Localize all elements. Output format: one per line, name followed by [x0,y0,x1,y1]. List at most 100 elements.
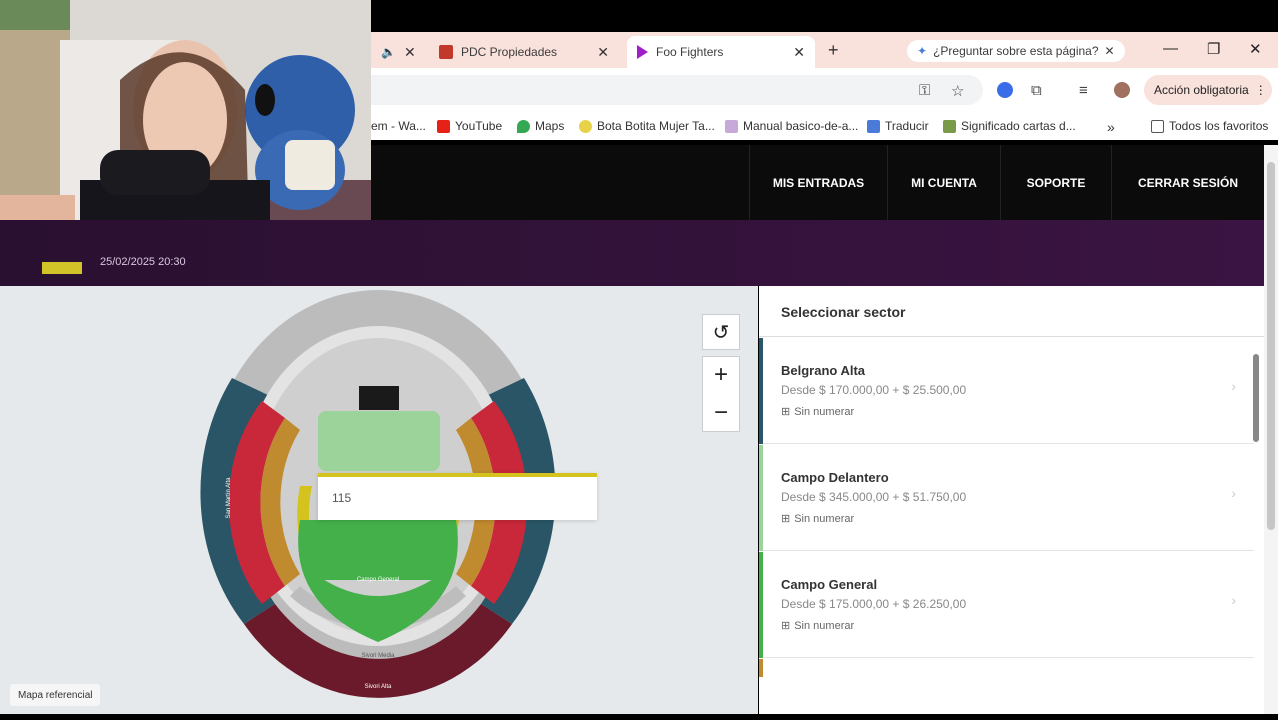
sector-item-campo-delantero[interactable]: Campo Delantero Desde $ 345.000,00 + $ 5… [759,445,1254,551]
new-tab-icon[interactable]: + [828,40,839,61]
bookmark-bota[interactable]: Bota Botita Mujer Ta... [579,119,715,133]
sector-panel: Seleccionar sector Belgrano Alta Desde $… [759,286,1264,714]
puzzle-icon[interactable]: ⧉ [1031,82,1042,99]
tab-foo-fighters[interactable]: Foo Fighters ✕ [627,36,815,68]
event-banner [0,220,1264,286]
tab-pdc[interactable]: PDC Propiedades ✕ [429,36,619,68]
restore-icon[interactable]: ❐ [1207,40,1220,58]
sector-kind-label: Sin numerar [794,405,855,418]
bookmark-label: Maps [535,119,565,133]
undo-icon: ↺ [712,321,730,344]
chevron-right-icon: › [1231,378,1236,394]
tooltip-value: 115 [332,491,352,505]
panel-title: Seleccionar sector [781,304,906,320]
nav-mis-entradas[interactable]: MIS ENTRADAS [749,145,887,220]
action-label: Acción obligatoria [1154,83,1249,97]
bookmark-manual[interactable]: Manual basico-de-a... [725,119,858,133]
star-icon[interactable]: ☆ [951,82,964,100]
play-favicon-icon [637,45,648,59]
sector-kind: ⊞ Sin numerar [781,512,855,526]
sector-name: Campo General [781,577,878,592]
sector-kind: ⊞ Sin numerar [781,405,855,419]
bookmark-item[interactable]: em - Wa... [371,119,426,133]
label-sivori-media: Sivori Media [361,653,395,659]
nav-mi-cuenta[interactable]: MI CUENTA [887,145,1000,220]
bookmark-label: Traducir [885,119,929,133]
event-logo [42,262,82,274]
sector-item-belgrano-alta[interactable]: Belgrano Alta Desde $ 170.000,00 + $ 25.… [759,338,1254,444]
sector-color-bar [759,552,763,658]
translate-icon [867,119,880,133]
bookmarks-bar: em - Wa... YouTube Maps Bota Botita Muje… [371,112,1278,140]
label-field: Campo General [357,577,399,583]
close-tab-icon[interactable]: ✕ [404,44,416,61]
bookmark-youtube[interactable]: YouTube [437,119,502,133]
tab-label: PDC Propiedades [461,45,558,59]
field-campo-delantero[interactable] [318,411,440,471]
bookmark-cartas[interactable]: Significado cartas d... [943,119,1076,133]
panel-scrollbar[interactable] [1253,354,1259,442]
zoom-out-button[interactable]: − [714,394,728,432]
seat-grid-icon: ⊞ [781,513,791,525]
bookmark-label: YouTube [455,119,503,133]
section-tooltip: 115 [318,473,597,520]
field-campo-general-center[interactable] [318,520,438,580]
bookmark-label: Bota Botita Mujer Ta... [597,119,715,133]
tab-muted[interactable]: 🔈 ✕ [371,36,423,68]
youtube-icon [437,119,450,133]
sector-kind: ⊞ Sin numerar [781,619,855,633]
bookmark-maps[interactable]: Maps [517,119,564,133]
screen: 🔈 ✕ PDC Propiedades ✕ Foo Fighters ✕ + ✦… [0,0,1278,720]
tab-strip: 🔈 ✕ PDC Propiedades ✕ Foo Fighters ✕ + ✦… [371,32,1278,68]
stage [359,386,399,410]
sparkle-icon: ✦ [917,44,928,58]
page-scrollbar[interactable] [1267,162,1275,530]
sector-price: Desde $ 170.000,00 + $ 25.500,00 [781,383,967,397]
bookmark-label: Significado cartas d... [961,119,1076,133]
shop-icon [579,119,592,133]
close-tab-icon[interactable]: ✕ [793,44,805,61]
sector-item-campo-general[interactable]: Campo General Desde $ 175.000,00 + $ 26.… [759,552,1254,658]
chevron-right-icon: › [1231,485,1236,501]
bookmark-traducir[interactable]: Traducir [867,119,929,133]
label-sivori-alta: Sivori Alta [365,684,392,690]
sector-color-bar [759,445,763,551]
bookmark-label: em - Wa... [371,119,426,133]
sector-name: Campo Delantero [781,470,889,485]
divider [759,336,1264,337]
sector-kind-label: Sin numerar [794,619,855,632]
seat-grid-icon: ⊞ [781,620,791,632]
close-icon[interactable]: ✕ [1105,44,1115,58]
nav-cerrar-sesion[interactable]: CERRAR SESIÓN [1111,145,1264,220]
address-bar[interactable] [371,75,983,105]
chevron-right-icon: › [1231,592,1236,608]
seat-grid-icon: ⊞ [781,406,791,418]
speaker-icon: 🔈 [381,45,396,59]
key-icon[interactable]: ⚿ [919,82,930,99]
ask-gemini-button[interactable]: ✦ ¿Preguntar sobre esta página? ✕ [907,40,1125,62]
zoom-control: + − [702,356,740,432]
all-bookmarks[interactable]: Todos los favoritos [1151,119,1268,133]
site-header: MIS ENTRADAS MI CUENTA SOPORTE CERRAR SE… [371,145,1264,220]
close-tab-icon[interactable]: ✕ [597,44,609,61]
close-window-icon[interactable]: ✕ [1249,40,1262,58]
sector-kind-label: Sin numerar [794,512,855,525]
stadium-map-area: Campo General Sivori Media Sivori Alta S… [0,286,758,714]
label-san-martin-alta: San Martín Alta [226,477,232,519]
ask-label: ¿Preguntar sobre esta página? [933,44,1099,58]
sector-price: Desde $ 175.000,00 + $ 26.250,00 [781,597,967,611]
zoom-extension-icon[interactable] [997,82,1013,98]
bookmark-label: Todos los favoritos [1169,119,1269,133]
folder-icon [1151,119,1164,133]
maps-icon [517,119,530,133]
zoom-in-button[interactable]: + [714,356,728,394]
action-required-button[interactable]: Acción obligatoria ⋮ [1144,75,1272,105]
sector-name: Belgrano Alta [781,363,866,378]
media-icon[interactable]: ≡ [1079,82,1088,99]
more-bookmarks-icon[interactable]: » [1107,119,1115,135]
bookmark-label: Manual basico-de-a... [743,119,859,133]
minimize-icon[interactable]: — [1163,40,1178,57]
reset-zoom-button[interactable]: ↺ [702,314,740,350]
avatar[interactable] [1114,82,1130,98]
nav-soporte[interactable]: SOPORTE [1000,145,1111,220]
